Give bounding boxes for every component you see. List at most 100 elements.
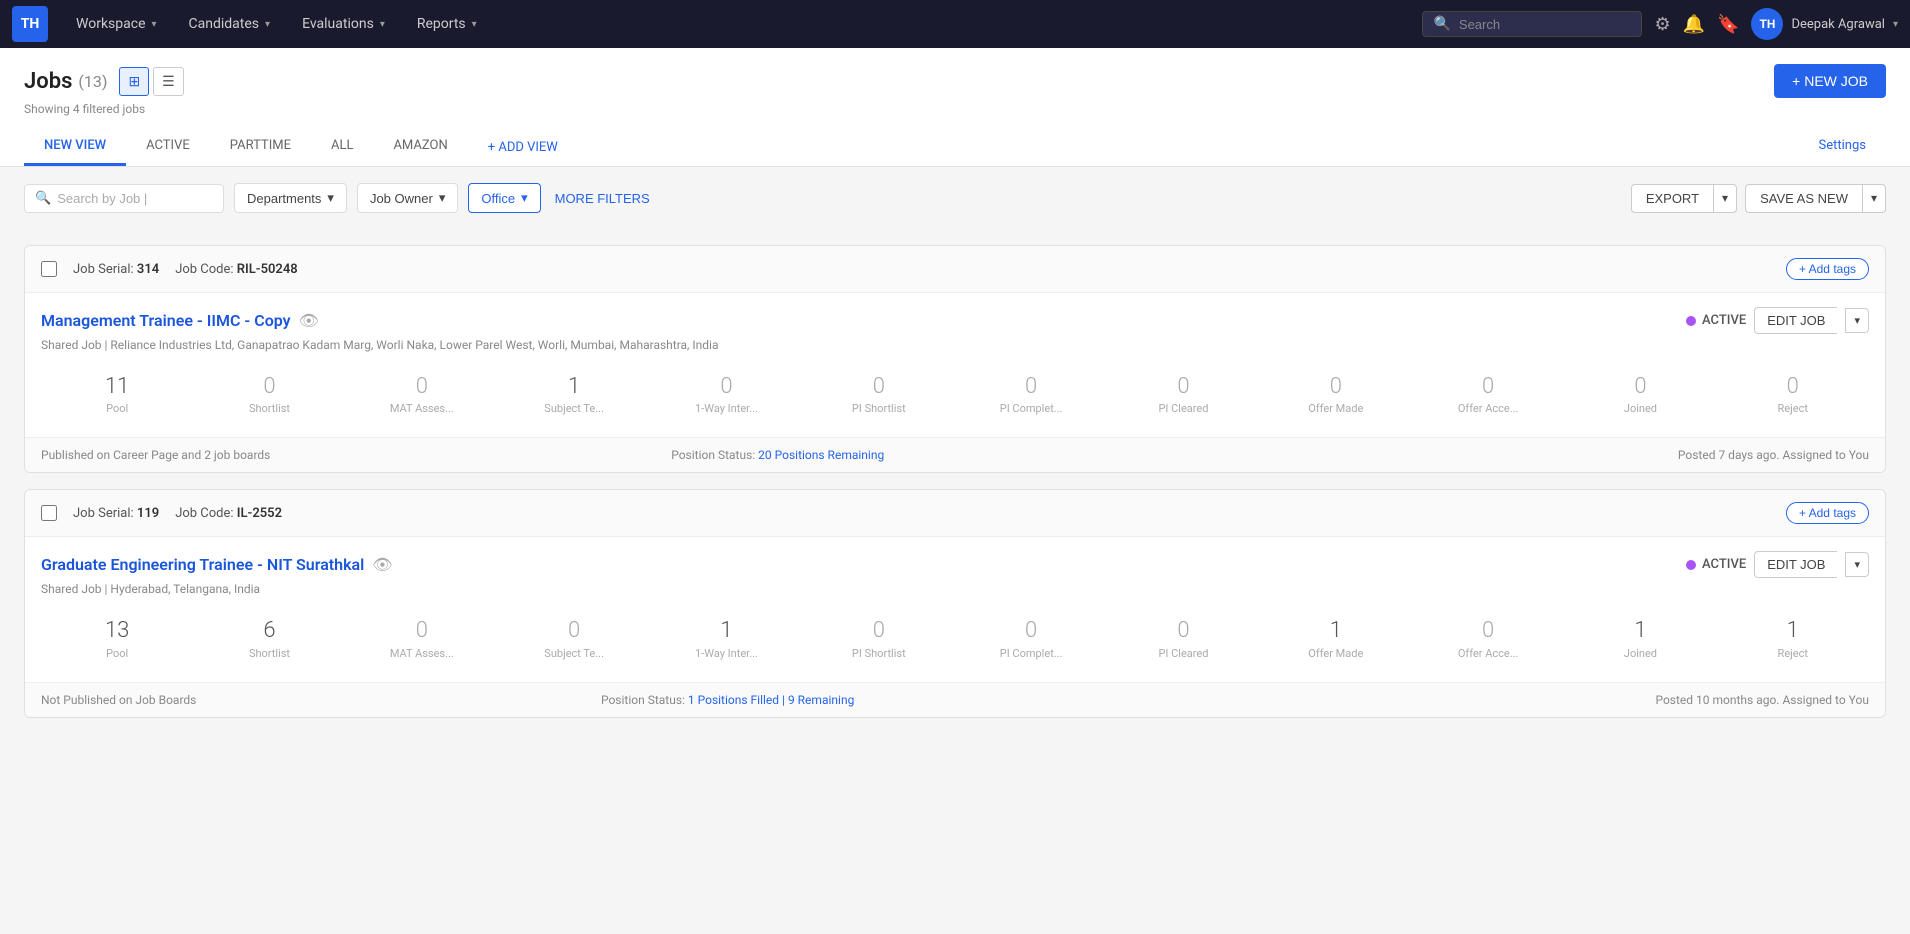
filter-bar: 🔍 Departments ▾ Job Owner ▾ Office ▾ MOR… bbox=[0, 167, 1910, 229]
tabs-bar: NEW VIEW ACTIVE PARTTIME ALL AMAZON + AD… bbox=[24, 128, 1886, 166]
stat-label: Offer Acce... bbox=[1416, 647, 1560, 660]
global-search-box[interactable]: 🔍 bbox=[1422, 11, 1642, 37]
new-job-button[interactable]: + NEW JOB bbox=[1774, 64, 1886, 98]
stat-item[interactable]: 0 Offer Acce... bbox=[1412, 366, 1564, 423]
tab-parttime[interactable]: PARTTIME bbox=[210, 128, 311, 166]
position-status-link[interactable]: 1 Positions Filled | 9 Remaining bbox=[688, 693, 854, 707]
stat-label: Offer Acce... bbox=[1416, 402, 1560, 415]
tab-all[interactable]: ALL bbox=[311, 128, 373, 166]
search-icon: 🔍 bbox=[1433, 16, 1450, 32]
job-title-left: Graduate Engineering Trainee - NIT Surat… bbox=[41, 555, 393, 574]
eye-icon[interactable]: 👁 bbox=[299, 311, 319, 330]
nav-candidates[interactable]: Candidates ▾ bbox=[173, 0, 287, 48]
stat-item[interactable]: 0 PI Cleared bbox=[1107, 610, 1259, 667]
job-title-row: Management Trainee - IIMC - Copy 👁 ACTIV… bbox=[41, 307, 1869, 334]
edit-job-button[interactable]: EDIT JOB bbox=[1754, 551, 1837, 578]
stat-item[interactable]: 0 Shortlist bbox=[193, 366, 345, 423]
bookmark-icon[interactable]: 🔖 bbox=[1717, 14, 1739, 35]
stat-item[interactable]: 1 Joined bbox=[1564, 610, 1716, 667]
stat-item[interactable]: 0 Joined bbox=[1564, 366, 1716, 423]
save-as-new-button[interactable]: SAVE AS NEW bbox=[1745, 184, 1862, 213]
settings-tab[interactable]: Settings bbox=[1799, 128, 1886, 166]
job-serial: Job Serial: 314 bbox=[73, 262, 159, 277]
stat-item[interactable]: 1 Offer Made bbox=[1260, 610, 1412, 667]
stat-item[interactable]: 0 PI Shortlist bbox=[803, 610, 955, 667]
status-label: ACTIVE bbox=[1702, 313, 1746, 328]
stat-item[interactable]: 0 Subject Te... bbox=[498, 610, 650, 667]
user-menu[interactable]: TH Deepak Agrawal ▾ bbox=[1751, 8, 1898, 40]
job-serial: Job Serial: 119 bbox=[73, 506, 159, 521]
list-view-button[interactable]: ☰ bbox=[153, 67, 184, 96]
export-button[interactable]: EXPORT bbox=[1631, 184, 1713, 213]
job-stats: 11 Pool 0 Shortlist 0 MAT Asses... 1 Sub… bbox=[41, 366, 1869, 423]
more-filters-button[interactable]: MORE FILTERS bbox=[551, 185, 654, 212]
stat-item[interactable]: 0 PI Complet... bbox=[955, 610, 1107, 667]
job-title[interactable]: Management Trainee - IIMC - Copy bbox=[41, 311, 291, 330]
save-as-new-dropdown-button[interactable]: ▾ bbox=[1862, 184, 1886, 213]
stat-label: Shortlist bbox=[197, 647, 341, 660]
job-select-checkbox[interactable] bbox=[41, 505, 57, 521]
office-filter[interactable]: Office ▾ bbox=[468, 183, 540, 213]
stat-number: 0 bbox=[1111, 618, 1255, 644]
stat-item[interactable]: 0 MAT Asses... bbox=[346, 610, 498, 667]
status-badge: ACTIVE bbox=[1686, 313, 1746, 328]
chevron-down-icon: ▾ bbox=[472, 19, 477, 30]
job-code: Job Code: RIL-50248 bbox=[175, 262, 298, 277]
stat-item[interactable]: 0 1-Way Inter... bbox=[650, 366, 802, 423]
job-code: Job Code: IL-2552 bbox=[175, 506, 282, 521]
bell-icon[interactable]: 🔔 bbox=[1683, 14, 1705, 35]
user-name: Deepak Agrawal bbox=[1791, 17, 1885, 32]
stat-label: PI Shortlist bbox=[807, 402, 951, 415]
edit-job-dropdown-button[interactable]: ▾ bbox=[1845, 552, 1869, 577]
stat-item[interactable]: 0 Offer Acce... bbox=[1412, 610, 1564, 667]
add-view-tab[interactable]: + ADD VIEW bbox=[468, 128, 578, 166]
nav-evaluations[interactable]: Evaluations ▾ bbox=[286, 0, 401, 48]
departments-filter[interactable]: Departments ▾ bbox=[234, 183, 347, 213]
export-dropdown-button[interactable]: ▾ bbox=[1713, 184, 1737, 213]
job-status-right: ACTIVE EDIT JOB ▾ bbox=[1686, 551, 1869, 578]
stat-label: PI Complet... bbox=[959, 647, 1103, 660]
job-title[interactable]: Graduate Engineering Trainee - NIT Surat… bbox=[41, 555, 364, 574]
job-card-body: Management Trainee - IIMC - Copy 👁 ACTIV… bbox=[25, 293, 1885, 437]
stat-item[interactable]: 1 1-Way Inter... bbox=[650, 610, 802, 667]
stat-label: 1-Way Inter... bbox=[654, 647, 798, 660]
stat-label: Shortlist bbox=[197, 402, 341, 415]
job-owner-filter[interactable]: Job Owner ▾ bbox=[357, 183, 458, 213]
add-tags-button[interactable]: + Add tags bbox=[1786, 258, 1869, 280]
stat-item[interactable]: 0 MAT Asses... bbox=[346, 366, 498, 423]
stat-item[interactable]: 6 Shortlist bbox=[193, 610, 345, 667]
nav-menu: Workspace ▾ Candidates ▾ Evaluations ▾ R… bbox=[60, 0, 1422, 48]
tab-active[interactable]: ACTIVE bbox=[126, 128, 210, 166]
nav-reports[interactable]: Reports ▾ bbox=[401, 0, 493, 48]
footer-published: Published on Career Page and 2 job board… bbox=[41, 448, 270, 462]
stat-item[interactable]: 0 Offer Made bbox=[1260, 366, 1412, 423]
stat-item[interactable]: 0 PI Cleared bbox=[1107, 366, 1259, 423]
tab-new-view[interactable]: NEW VIEW bbox=[24, 128, 126, 166]
job-select-checkbox[interactable] bbox=[41, 261, 57, 277]
add-tags-button[interactable]: + Add tags bbox=[1786, 502, 1869, 524]
status-dot bbox=[1686, 316, 1696, 326]
edit-job-dropdown-button[interactable]: ▾ bbox=[1845, 308, 1869, 333]
stat-number: 0 bbox=[350, 374, 494, 400]
stat-item[interactable]: 0 PI Shortlist bbox=[803, 366, 955, 423]
job-search-input[interactable] bbox=[57, 191, 213, 206]
job-search-box[interactable]: 🔍 bbox=[24, 184, 224, 213]
stat-label: Subject Te... bbox=[502, 402, 646, 415]
stat-item[interactable]: 13 Pool bbox=[41, 610, 193, 667]
stat-item[interactable]: 1 Reject bbox=[1717, 610, 1869, 667]
stat-item[interactable]: 11 Pool bbox=[41, 366, 193, 423]
tab-amazon[interactable]: AMAZON bbox=[373, 128, 467, 166]
stat-label: 1-Way Inter... bbox=[654, 402, 798, 415]
edit-job-button[interactable]: EDIT JOB bbox=[1754, 307, 1837, 334]
global-search-input[interactable] bbox=[1459, 17, 1632, 32]
stat-item[interactable]: 1 Subject Te... bbox=[498, 366, 650, 423]
job-card-header: Job Serial: 119 Job Code: IL-2552 + Add … bbox=[25, 490, 1885, 537]
stat-number: 0 bbox=[1568, 374, 1712, 400]
settings-icon[interactable]: ⚙ bbox=[1654, 14, 1670, 35]
stat-item[interactable]: 0 PI Complet... bbox=[955, 366, 1107, 423]
position-status-link[interactable]: 20 Positions Remaining bbox=[758, 448, 884, 462]
eye-icon[interactable]: 👁 bbox=[372, 555, 392, 574]
stat-item[interactable]: 0 Reject bbox=[1717, 366, 1869, 423]
nav-workspace[interactable]: Workspace ▾ bbox=[60, 0, 173, 48]
grid-view-button[interactable]: ⊞ bbox=[119, 67, 149, 96]
